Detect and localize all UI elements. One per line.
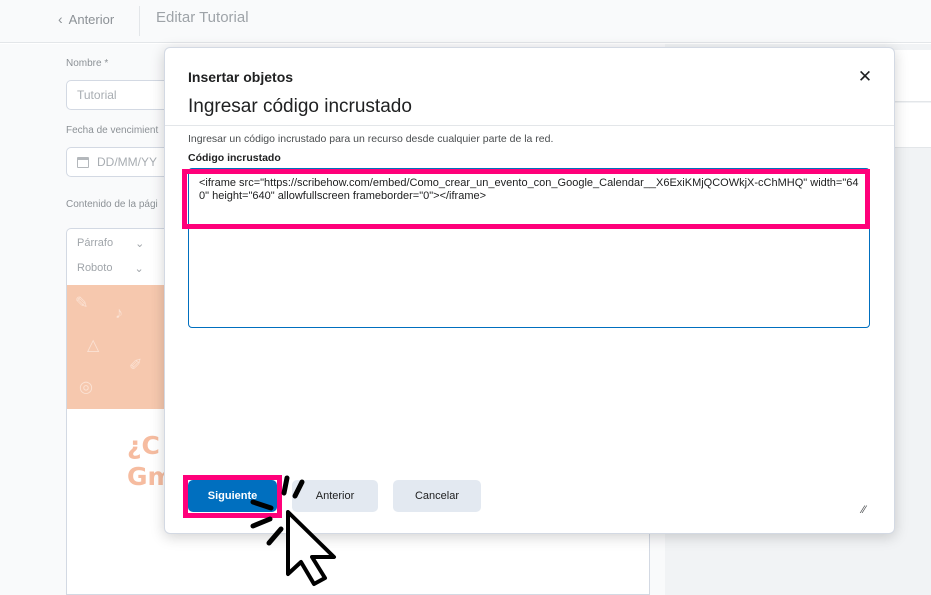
due-date-placeholder: DD/MM/YY	[97, 155, 157, 169]
due-date-input[interactable]: DD/MM/YY	[66, 147, 176, 177]
calendar-icon	[77, 156, 89, 168]
font-select[interactable]: Roboto ⌄	[77, 262, 144, 275]
doodle-icon: ✐	[129, 357, 143, 374]
name-input-value: Tutorial	[77, 88, 117, 102]
doodle-icon: △	[87, 337, 100, 354]
content-heading-line1: ¿C	[127, 431, 160, 460]
close-icon[interactable]: ✕	[857, 68, 873, 86]
font-label: Roboto	[77, 262, 113, 274]
content-banner-image: ✎ ♪ △ ✐ ◎	[67, 285, 165, 409]
top-divider	[139, 6, 140, 36]
dialog-subtitle: Ingresar código incrustado	[188, 96, 412, 117]
resize-handle-icon[interactable]: ⁄⁄	[862, 504, 866, 516]
dialog-description: Ingresar un código incrustado para un re…	[188, 133, 554, 145]
doodle-icon: ◎	[79, 379, 93, 396]
next-button[interactable]: Siguiente	[188, 480, 277, 512]
insert-object-dialog: Insertar objetos ✕ Ingresar código incru…	[164, 47, 895, 534]
doodle-icon: ✎	[75, 295, 89, 312]
embed-code-label: Código incrustado	[188, 152, 281, 164]
dialog-title: Insertar objetos	[188, 69, 294, 85]
chevron-down-icon: ⌄	[134, 263, 144, 275]
chevron-left-icon: ‹	[58, 11, 63, 27]
dialog-divider	[165, 125, 894, 126]
paragraph-style-select[interactable]: Párrafo ⌄	[77, 237, 144, 250]
paragraph-style-label: Párrafo	[77, 237, 114, 249]
name-input[interactable]: Tutorial	[66, 80, 176, 110]
chevron-down-icon: ⌄	[135, 238, 145, 250]
back-button[interactable]: Anterior	[292, 480, 378, 512]
doodle-icon: ♪	[115, 305, 123, 322]
cancel-button[interactable]: Cancelar	[393, 480, 481, 512]
page-title: Editar Tutorial	[156, 9, 249, 26]
back-link[interactable]: ‹ Anterior	[58, 11, 114, 27]
back-link-label: Anterior	[68, 11, 115, 27]
embed-code-textarea[interactable]: <iframe src="https://scribehow.com/embed…	[188, 168, 870, 328]
name-label: Nombre *	[66, 58, 109, 69]
top-bar: ‹ Anterior Editar Tutorial	[0, 0, 931, 43]
due-date-label: Fecha de vencimient	[66, 125, 159, 136]
content-label: Contenido de la pági	[66, 199, 158, 210]
